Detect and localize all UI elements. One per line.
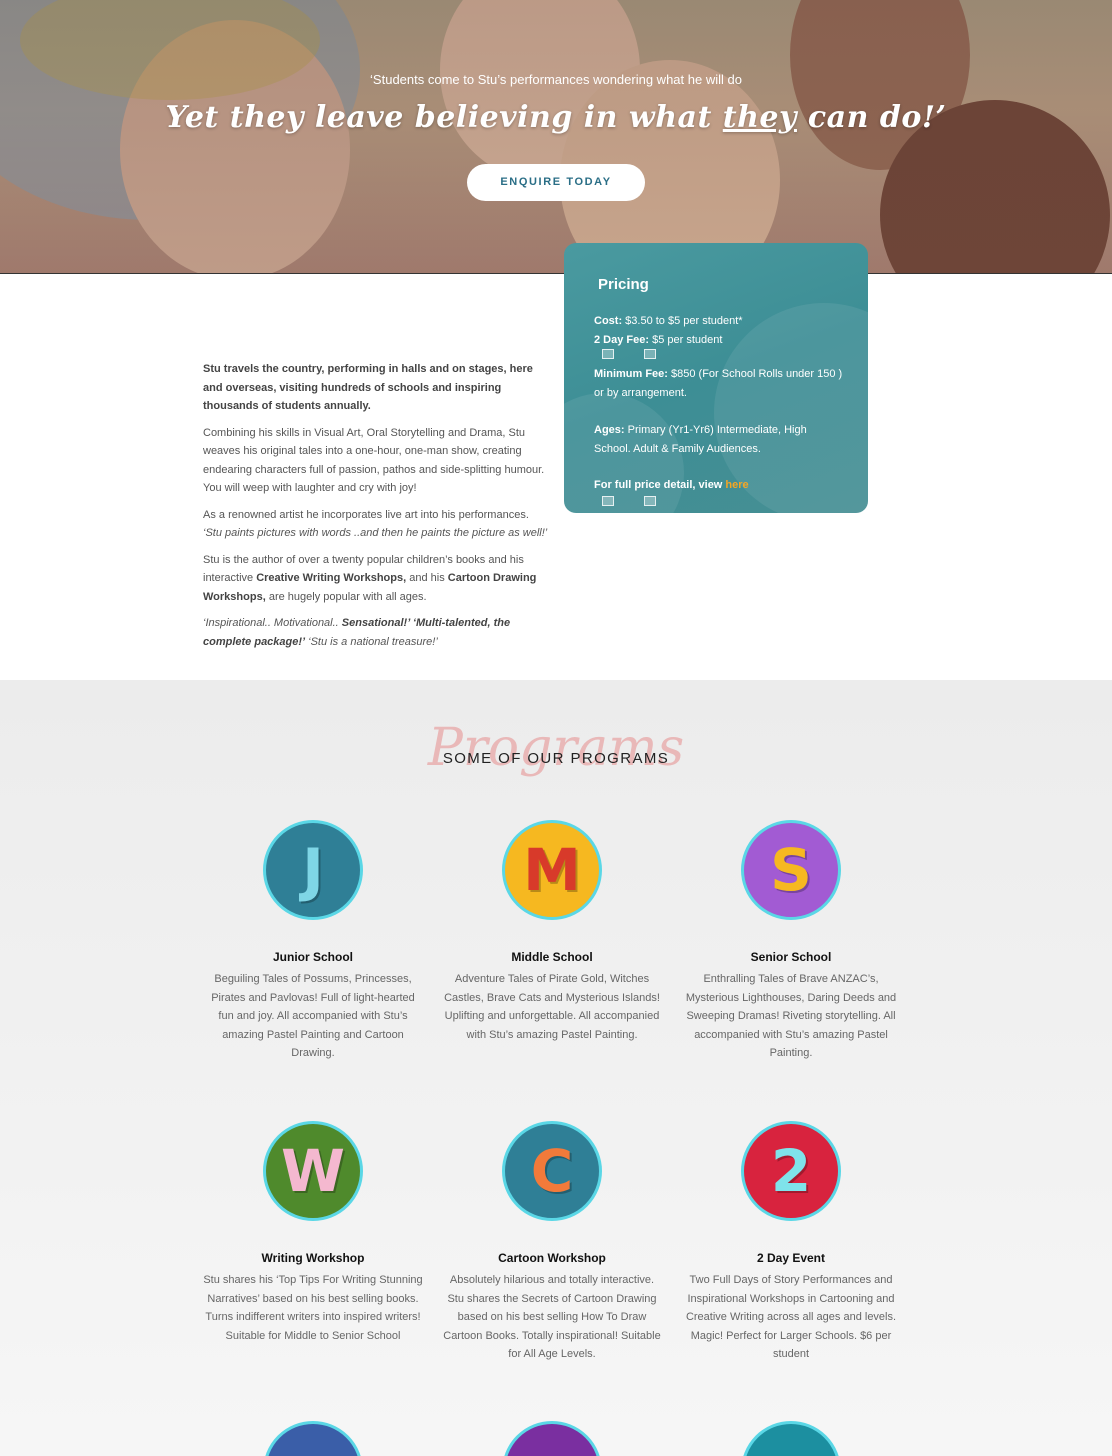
intro-paragraph: Stu travels the country, performing in h… [203,363,533,412]
program-card: Senior School Enthralling Tales of Brave … [681,950,901,1063]
pricing-full-detail: For full price detail, view here [594,479,749,491]
program-card: Cartoon Workshop Absolutely hilarious and… [442,1251,662,1364]
program-card: Junior School Beguiling Tales of Possums,… [203,950,423,1063]
broken-image-icon [644,349,656,359]
program-badge-icon[interactable]: W [263,1121,363,1221]
program-description: Absolutely hilarious and totally interac… [443,1274,661,1360]
program-badge-icon[interactable]: M [502,820,602,920]
program-badge-icon[interactable]: J [263,820,363,920]
programs-title: SOME OF OUR PROGRAMS [442,750,670,767]
testimonials: ‘Inspirational.. Motivational.. Sensatio… [203,617,511,648]
program-description: Enthralling Tales of Brave ANZAC’s, Myst… [685,973,897,1059]
pricing-here-link[interactable]: here [725,479,748,491]
enquire-today-button[interactable]: ENQUIRE TODAY [467,164,645,201]
pricing-minimum-fee: Minimum Fee: $850 (For School Rolls unde… [594,368,843,399]
broken-image-icon [602,349,614,359]
pricing-ages: Ages: Primary (Yr1-Yr6) Intermediate, Hi… [594,424,807,455]
pricing-cost: Cost: $3.50 to $5 per student* [594,315,743,327]
program-name[interactable]: Junior School [203,950,423,964]
program-name[interactable]: Middle School [442,950,662,964]
intro-paragraph: As a renowned artist he incorporates liv… [203,508,548,540]
program-card: Writing Workshop Stu shares his ‘Top Tips… [203,1251,423,1345]
program-badge-icon[interactable]: 2 [741,1121,841,1221]
program-name[interactable]: Writing Workshop [203,1251,423,1265]
intro-paragraph: Stu is the author of over a twenty popul… [203,553,537,603]
hero-tagline: Yet they leave believing in what they ca… [165,100,947,135]
programs-script-heading: Programs [427,718,685,778]
broken-image-icon [602,496,614,506]
intro-text: Stu travels the country, performing in h… [203,360,553,659]
program-name[interactable]: Senior School [681,950,901,964]
pricing-card: Pricing Cost: $3.50 to $5 per student* 2… [564,243,868,513]
program-description: Stu shares his ‘Top Tips For Writing Stu… [203,1274,423,1342]
pricing-title: Pricing [598,276,649,293]
pricing-2day-fee: 2 Day Fee: $5 per student [594,334,723,346]
program-name[interactable]: Cartoon Workshop [442,1251,662,1265]
program-description: Adventure Tales of Pirate Gold, Witches … [444,973,660,1041]
program-card: 2 Day Event Two Full Days of Story Perfor… [681,1251,901,1364]
program-description: Two Full Days of Story Performances and … [685,1274,897,1360]
broken-image-icon [644,496,656,506]
program-card: Middle School Adventure Tales of Pirate G… [442,950,662,1044]
hero-quote: ‘Students come to Stu’s performances won… [370,72,742,87]
intro-paragraph: Combining his skills in Visual Art, Oral… [203,426,545,495]
program-description: Beguiling Tales of Possums, Princesses, … [211,973,415,1059]
program-badge-icon[interactable]: C [502,1121,602,1221]
program-name[interactable]: 2 Day Event [681,1251,901,1265]
hero-banner: ‘Students come to Stu’s performances won… [0,0,1112,274]
program-badge-icon[interactable]: S [741,820,841,920]
